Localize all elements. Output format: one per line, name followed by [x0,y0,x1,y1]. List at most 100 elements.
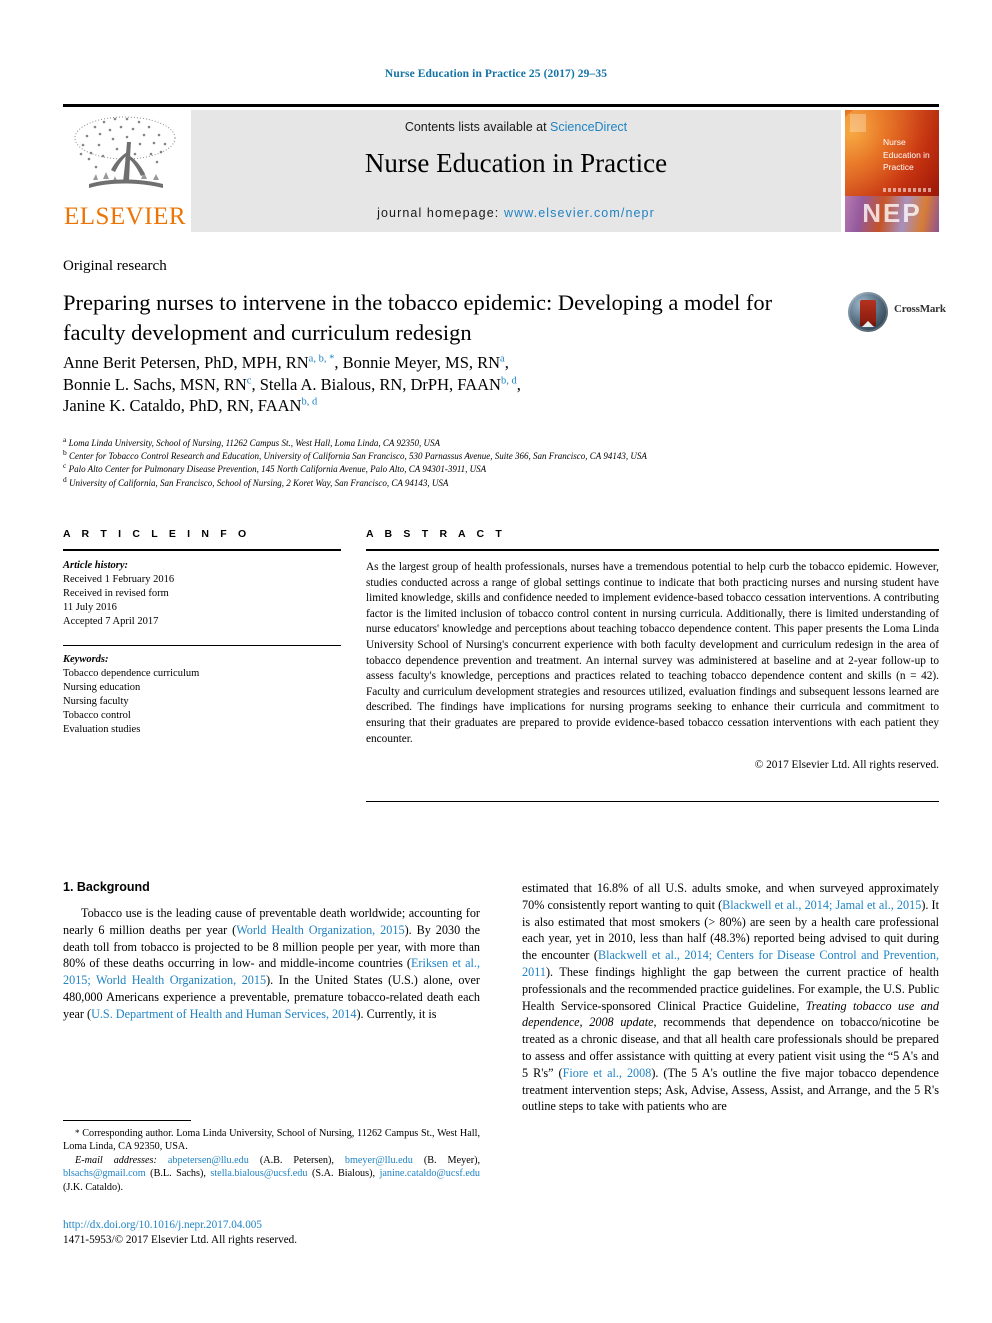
email-owner: (A.B. Petersen) [259,1154,332,1166]
crossmark-badge[interactable]: CrossMark [848,290,946,334]
affiliation-item: c Palo Alto Center for Pulmonary Disease… [63,461,943,476]
author-names-1b: , Bonnie Meyer, MS, RN [334,353,501,372]
masthead-panel: Contents lists available at ScienceDirec… [191,110,841,232]
email-link[interactable]: abpetersen@llu.edu [168,1155,249,1166]
cover-abbrev-text: NEP [862,198,922,228]
article-type: Original research [63,258,167,274]
homepage-prefix: journal homepage: [377,206,504,220]
affiliation-list: a Loma Linda University, School of Nursi… [63,435,943,490]
keywords-block: Keywords: Tobacco dependence curriculum … [63,653,341,737]
cover-elsevier-mark [850,114,866,132]
author-names-3: Janine K. Cataldo, PhD, RN, FAAN [63,396,302,415]
section-heading-background: 1. Background [63,880,150,894]
body-column-right: estimated that 16.8% of all U.S. adults … [522,880,939,1115]
author-affil-marks-2b[interactable]: b, d [501,375,517,386]
email-link[interactable]: janine.cataldo@ucsf.edu [380,1168,480,1179]
article-info-rule [63,549,341,551]
email-owner: (J.K. Cataldo) [63,1181,121,1193]
author-affil-marks-3[interactable]: b, d [301,397,317,408]
elsevier-wordmark: ELSEVIER [63,203,187,230]
journal-cover-thumbnail: Nurse Education in Practice NEP [845,110,939,232]
contents-prefix: Contents lists available at [404,120,551,134]
page-title: Preparing nurses to intervene in the tob… [63,290,773,345]
journal-masthead: ELSEVIER Contents lists available at Sci… [63,104,939,232]
crossmark-icon [848,292,888,332]
keywords-rule [63,645,341,646]
para-text: ). Currently, it is [356,1006,437,1021]
email-link[interactable]: bmeyer@llu.edu [345,1155,413,1166]
keyword-item[interactable]: Tobacco dependence curriculum [63,667,341,681]
journal-title: Nurse Education in Practice [364,148,668,178]
paper-page: Nurse Education in Practice 25 (2017) 29… [0,0,992,1323]
doi-link[interactable]: http://dx.doi.org/10.1016/j.nepr.2017.04… [63,1218,480,1233]
author-affil-marks-1[interactable]: a, b, * [309,354,335,365]
citation-link[interactable]: Fiore et al., 2008 [563,1066,652,1080]
email-addresses-note: E-mail addresses: abpetersen@llu.edu (A.… [63,1154,481,1193]
author-names-2: Bonnie L. Sachs, MSN, RN [63,374,247,394]
affiliation-item: d University of California, San Francisc… [63,474,943,490]
email-link[interactable]: stella.bialous@ucsf.edu [210,1168,307,1179]
corresponding-author-text: Corresponding author. Loma Linda Univers… [63,1128,481,1153]
keyword-item[interactable]: Nursing faculty [63,695,341,709]
abstract-bottom-rule [366,801,939,803]
article-history: Article history: Received 1 February 201… [63,559,341,629]
homepage-url-link[interactable]: www.elsevier.com/nepr [504,206,655,220]
author-line-3: Janine K. Cataldo, PhD, RN, FAANb, d [63,395,853,417]
affiliation-mark: b [63,448,67,458]
email-link[interactable]: blsachs@gmail.com [63,1168,146,1179]
abstract-column: A B S T R A C T As the largest group of … [366,528,939,803]
author-names-1: Anne Berit Petersen, PhD, MPH, RN [63,353,309,372]
elsevier-logo: ELSEVIER [63,110,187,232]
asterisk-icon: * [75,1128,80,1138]
keyword-item[interactable]: Evaluation studies [63,723,341,737]
author-line-1: Anne Berit Petersen, PhD, MPH, RNa, b, *… [63,353,509,372]
article-history-label: Article history: [63,560,129,571]
affiliation-text: Loma Linda University, School of Nursing… [68,438,440,448]
author-line-2: Bonnie L. Sachs, MSN, RNc, Stella A. Bia… [63,374,521,394]
cover-title-text: Nurse Education in Practice [883,137,930,172]
footnotes-block: * Corresponding author. Loma Linda Unive… [63,1120,480,1194]
abstract-rule [366,549,939,551]
history-item: Received 1 February 2016 [63,574,175,585]
masthead-top-rule [63,104,939,107]
abstract-copyright: © 2017 Elsevier Ltd. All rights reserved… [754,759,939,772]
history-item: Received in revised form [63,588,169,599]
author-affil-marks-1b[interactable]: a [500,354,505,365]
author-names-2b: , Stella A. Bialous, RN, DrPH, FAAN [251,374,501,394]
citation-link[interactable]: World Health Organization, 2015 [236,923,404,937]
crossmark-book-glyph [860,300,876,326]
affiliation-text: University of California, San Francisco,… [69,477,449,488]
elsevier-tree-icon [74,116,176,188]
contents-line: Contents lists available at ScienceDirec… [191,120,841,134]
author-list: Anne Berit Petersen, PhD, MPH, RNa, b, *… [63,352,853,417]
sciencedirect-link[interactable]: ScienceDirect [550,120,627,134]
email-label: E-mail addresses: [75,1154,157,1166]
affiliation-text: Center for Tobacco Control Research and … [69,451,647,462]
cover-fineprint [883,188,933,192]
keyword-item[interactable]: Nursing education [63,681,341,695]
paragraph-left-1: Tobacco use is the leading cause of prev… [63,905,480,1023]
keywords-label: Keywords: [63,654,109,665]
article-info-column: A R T I C L E I N F O Article history: R… [63,528,341,737]
citation-link[interactable]: U.S. Department of Health and Human Serv… [91,1007,356,1021]
affiliation-mark: a [63,435,67,444]
article-info-heading: A R T I C L E I N F O [63,528,251,540]
homepage-line: journal homepage: www.elsevier.com/nepr [191,206,841,220]
doi-block: http://dx.doi.org/10.1016/j.nepr.2017.04… [63,1218,480,1248]
affiliation-mark: d [63,474,67,484]
affiliation-item: a Loma Linda University, School of Nursi… [63,435,943,450]
corresponding-author-note: * Corresponding author. Loma Linda Unive… [63,1127,480,1154]
affiliation-mark: c [63,461,67,471]
affiliation-text: Palo Alto Center for Pulmonary Disease P… [68,464,487,475]
keyword-item[interactable]: Tobacco control [63,709,341,723]
issn-copyright-line: 1471-5953/© 2017 Elsevier Ltd. All right… [63,1234,298,1246]
paragraph-right-1: estimated that 16.8% of all U.S. adults … [522,880,939,1115]
email-owner: (B. Meyer) [423,1154,478,1166]
history-item: Accepted 7 April 2017 [63,616,159,627]
email-owner: (B.L. Sachs) [150,1168,204,1180]
email-owner: (S.A. Bialous) [311,1168,373,1180]
abstract-text: As the largest group of health professio… [366,561,939,745]
citation-link[interactable]: Blackwell et al., 2014; Jamal et al., 20… [722,898,921,912]
body-column-left: 1. Background Tobacco use is the leading… [63,880,480,1023]
